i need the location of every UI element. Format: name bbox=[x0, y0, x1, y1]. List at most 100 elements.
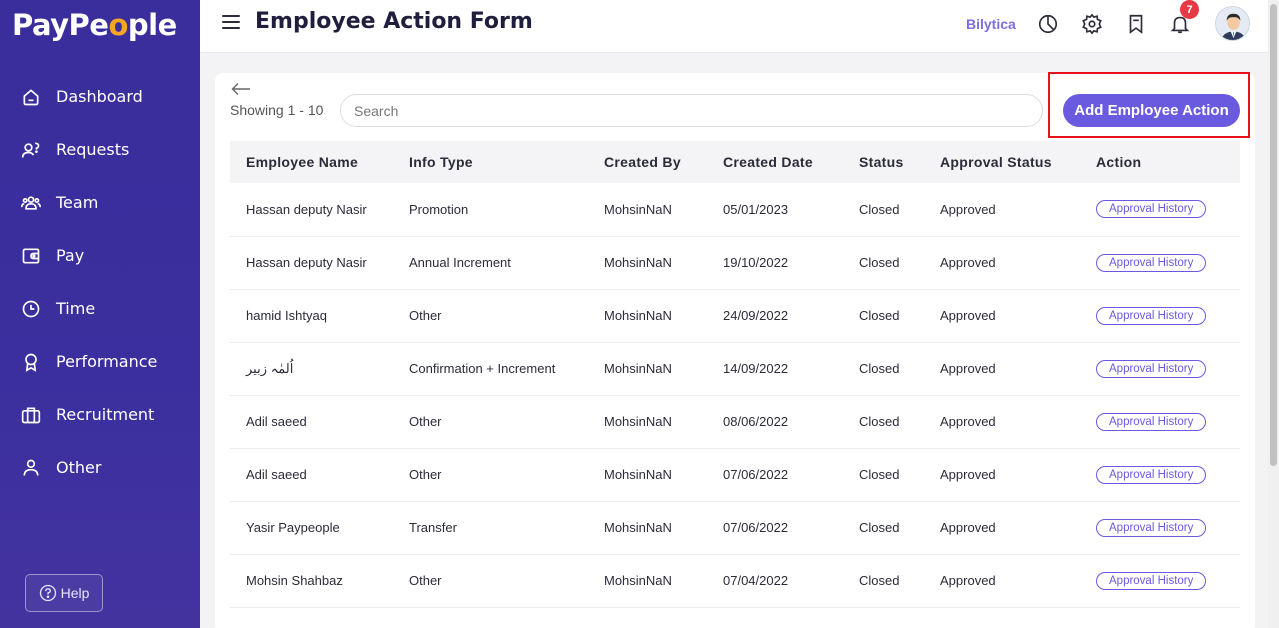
status-cell: Closed bbox=[859, 573, 900, 588]
employee-name-cell: hamid Ishtyaq bbox=[246, 308, 327, 323]
approval-status-cell: Approved bbox=[940, 573, 996, 588]
bookmark-icon[interactable] bbox=[1125, 13, 1147, 35]
employee-name-cell: Adil saeed bbox=[246, 467, 307, 482]
employee-name-cell: اُلمٰہ زبیر bbox=[246, 360, 294, 376]
status-cell: Closed bbox=[859, 361, 900, 376]
column-header-created-by[interactable]: Created By bbox=[588, 141, 707, 183]
table-row: Mohsin Shahbaz Other MohsinNaN 07/04/2022 Cl… bbox=[230, 554, 1240, 607]
sidebar-item-performance[interactable]: Performance bbox=[0, 335, 200, 388]
column-header-created-date[interactable]: Created Date bbox=[707, 141, 843, 183]
approval-history-button[interactable]: Approval History bbox=[1096, 359, 1207, 378]
column-header-action: Action bbox=[1096, 154, 1142, 170]
help-icon bbox=[39, 584, 56, 602]
sidebar: PayPeople Dashboard Requests Team Pay Ti… bbox=[0, 0, 200, 628]
settings-icon[interactable] bbox=[1081, 13, 1103, 35]
sidebar-item-dashboard[interactable]: Dashboard bbox=[0, 70, 200, 123]
created-date-cell: 07/06/2022 bbox=[723, 467, 789, 482]
sidebar-item-label: Requests bbox=[56, 140, 130, 159]
info-type-cell: Other bbox=[409, 573, 442, 588]
approval-history-button[interactable]: Approval History bbox=[1096, 306, 1207, 325]
created-by-cell: MohsinNaN bbox=[604, 573, 672, 588]
created-date-cell: 05/01/2023 bbox=[723, 201, 789, 217]
approval-history-button[interactable]: Approval History bbox=[1096, 253, 1207, 272]
avatar-icon bbox=[1216, 7, 1249, 40]
status-cell: Closed bbox=[859, 520, 900, 535]
scrollbar-thumb[interactable] bbox=[1270, 4, 1277, 466]
created-date-cell: 07/06/2022 bbox=[723, 520, 789, 535]
created-date-cell: 14/09/2022 bbox=[723, 361, 789, 376]
status-cell: Closed bbox=[859, 201, 900, 217]
employee-name-cell: Mohsin Shahbaz bbox=[246, 573, 343, 588]
table-row: Hassan deputy Nasir Annual Increment Mohsi… bbox=[230, 236, 1240, 289]
info-type-cell: Other bbox=[409, 308, 442, 323]
sidebar-item-pay[interactable]: Pay bbox=[0, 229, 200, 282]
created-by-cell: MohsinNaN bbox=[604, 361, 672, 376]
sidebar-item-label: Dashboard bbox=[56, 87, 143, 106]
table-row: Yasir Paypeople Transfer MohsinNaN 07/06/20… bbox=[230, 501, 1240, 554]
sidebar-item-label: Time bbox=[56, 299, 96, 318]
sidebar-item-recruitment[interactable]: Recruitment bbox=[0, 388, 200, 441]
created-date-cell: 24/09/2022 bbox=[723, 308, 789, 323]
wallet-icon bbox=[22, 248, 40, 263]
created-by-cell: MohsinNaN bbox=[604, 308, 672, 323]
sidebar-item-requests[interactable]: Requests bbox=[0, 123, 200, 176]
approval-status-cell: Approved bbox=[940, 467, 996, 482]
approval-status-cell: Approved bbox=[940, 201, 996, 217]
clock-icon bbox=[22, 300, 40, 317]
created-by-cell: MohsinNaN bbox=[604, 414, 672, 429]
table-row: Adil saeed Other MohsinNaN 08/06/2022 Closed… bbox=[230, 395, 1240, 448]
column-header-status[interactable]: Status bbox=[843, 141, 924, 183]
created-by-cell: MohsinNaN bbox=[604, 520, 672, 535]
action-cell: Approval History bbox=[1080, 236, 1240, 289]
status-cell: Closed bbox=[859, 308, 900, 323]
info-type-cell: Other bbox=[409, 467, 442, 482]
action-cell: Approval History bbox=[1080, 448, 1240, 501]
pie-chart-icon[interactable] bbox=[1037, 13, 1059, 35]
search-input[interactable] bbox=[340, 94, 1043, 127]
employee-name-cell: Adil saeed bbox=[246, 414, 307, 429]
user-avatar[interactable] bbox=[1215, 6, 1250, 41]
approval-status-cell: Approved bbox=[940, 308, 996, 323]
top-bar: Employee Action Form Bilytica 7 bbox=[200, 0, 1268, 53]
sidebar-nav: Dashboard Requests Team Pay Time Perform… bbox=[0, 70, 200, 494]
sidebar-item-other[interactable]: Other bbox=[0, 441, 200, 494]
column-header-info-type[interactable]: Info Type bbox=[393, 141, 588, 183]
approval-history-button[interactable]: Approval History bbox=[1096, 518, 1207, 537]
sidebar-item-time[interactable]: Time bbox=[0, 282, 200, 335]
help-button[interactable]: Help bbox=[25, 574, 103, 612]
info-type-cell: Confirmation + Increment bbox=[409, 361, 556, 376]
approval-history-button[interactable]: Approval History bbox=[1096, 200, 1207, 219]
sidebar-item-label: Recruitment bbox=[56, 405, 155, 424]
back-arrow-icon[interactable] bbox=[231, 82, 251, 96]
approval-history-button[interactable]: Approval History bbox=[1096, 571, 1207, 590]
main-card: Showing 1 - 10 Add Employee Action Emplo… bbox=[215, 72, 1255, 628]
sidebar-item-label: Pay bbox=[56, 246, 85, 265]
status-cell: Closed bbox=[859, 414, 900, 429]
sidebar-item-label: Team bbox=[56, 193, 99, 212]
table-row: Hassan deputy Nasir Promotion MohsinNaN 05/… bbox=[230, 183, 1240, 236]
employee-name-cell: Hassan deputy Nasir bbox=[246, 255, 367, 270]
employee-name-cell: Hassan deputy Nasir bbox=[246, 201, 367, 217]
menu-icon[interactable] bbox=[222, 15, 240, 29]
user-icon bbox=[23, 459, 39, 476]
approval-status-cell: Approved bbox=[940, 414, 996, 429]
paypeople-logo[interactable]: PayPeople bbox=[12, 8, 177, 42]
created-date-cell: 19/10/2022 bbox=[723, 255, 789, 270]
action-cell: Approval History bbox=[1080, 501, 1240, 554]
info-type-cell: Promotion bbox=[409, 201, 469, 217]
approval-status-cell: Approved bbox=[940, 255, 996, 270]
column-header-approval-status[interactable]: Approval Status bbox=[924, 141, 1080, 183]
add-employee-action-button[interactable]: Add Employee Action bbox=[1063, 94, 1240, 127]
action-cell: Approval History bbox=[1080, 554, 1240, 607]
table-row: اُلمٰہ زبیر Confirmation + Increment Mohsi… bbox=[230, 342, 1240, 395]
table-row: Adil saeed Other MohsinNaN 07/06/2022 Closed… bbox=[230, 448, 1240, 501]
table-header-row: Employee Name Info Type Created By Creat… bbox=[230, 141, 1240, 183]
table-body: Hassan deputy Nasir Promotion MohsinNaN 05/… bbox=[230, 183, 1240, 607]
page-scrollbar[interactable] bbox=[1268, 0, 1279, 628]
approval-history-button[interactable]: Approval History bbox=[1096, 412, 1207, 431]
status-cell: Closed bbox=[859, 255, 900, 270]
sidebar-item-team[interactable]: Team bbox=[0, 176, 200, 229]
company-name[interactable]: Bilytica bbox=[966, 16, 1016, 32]
column-header-employee-name[interactable]: Employee Name bbox=[230, 141, 393, 183]
approval-history-button[interactable]: Approval History bbox=[1096, 465, 1207, 484]
